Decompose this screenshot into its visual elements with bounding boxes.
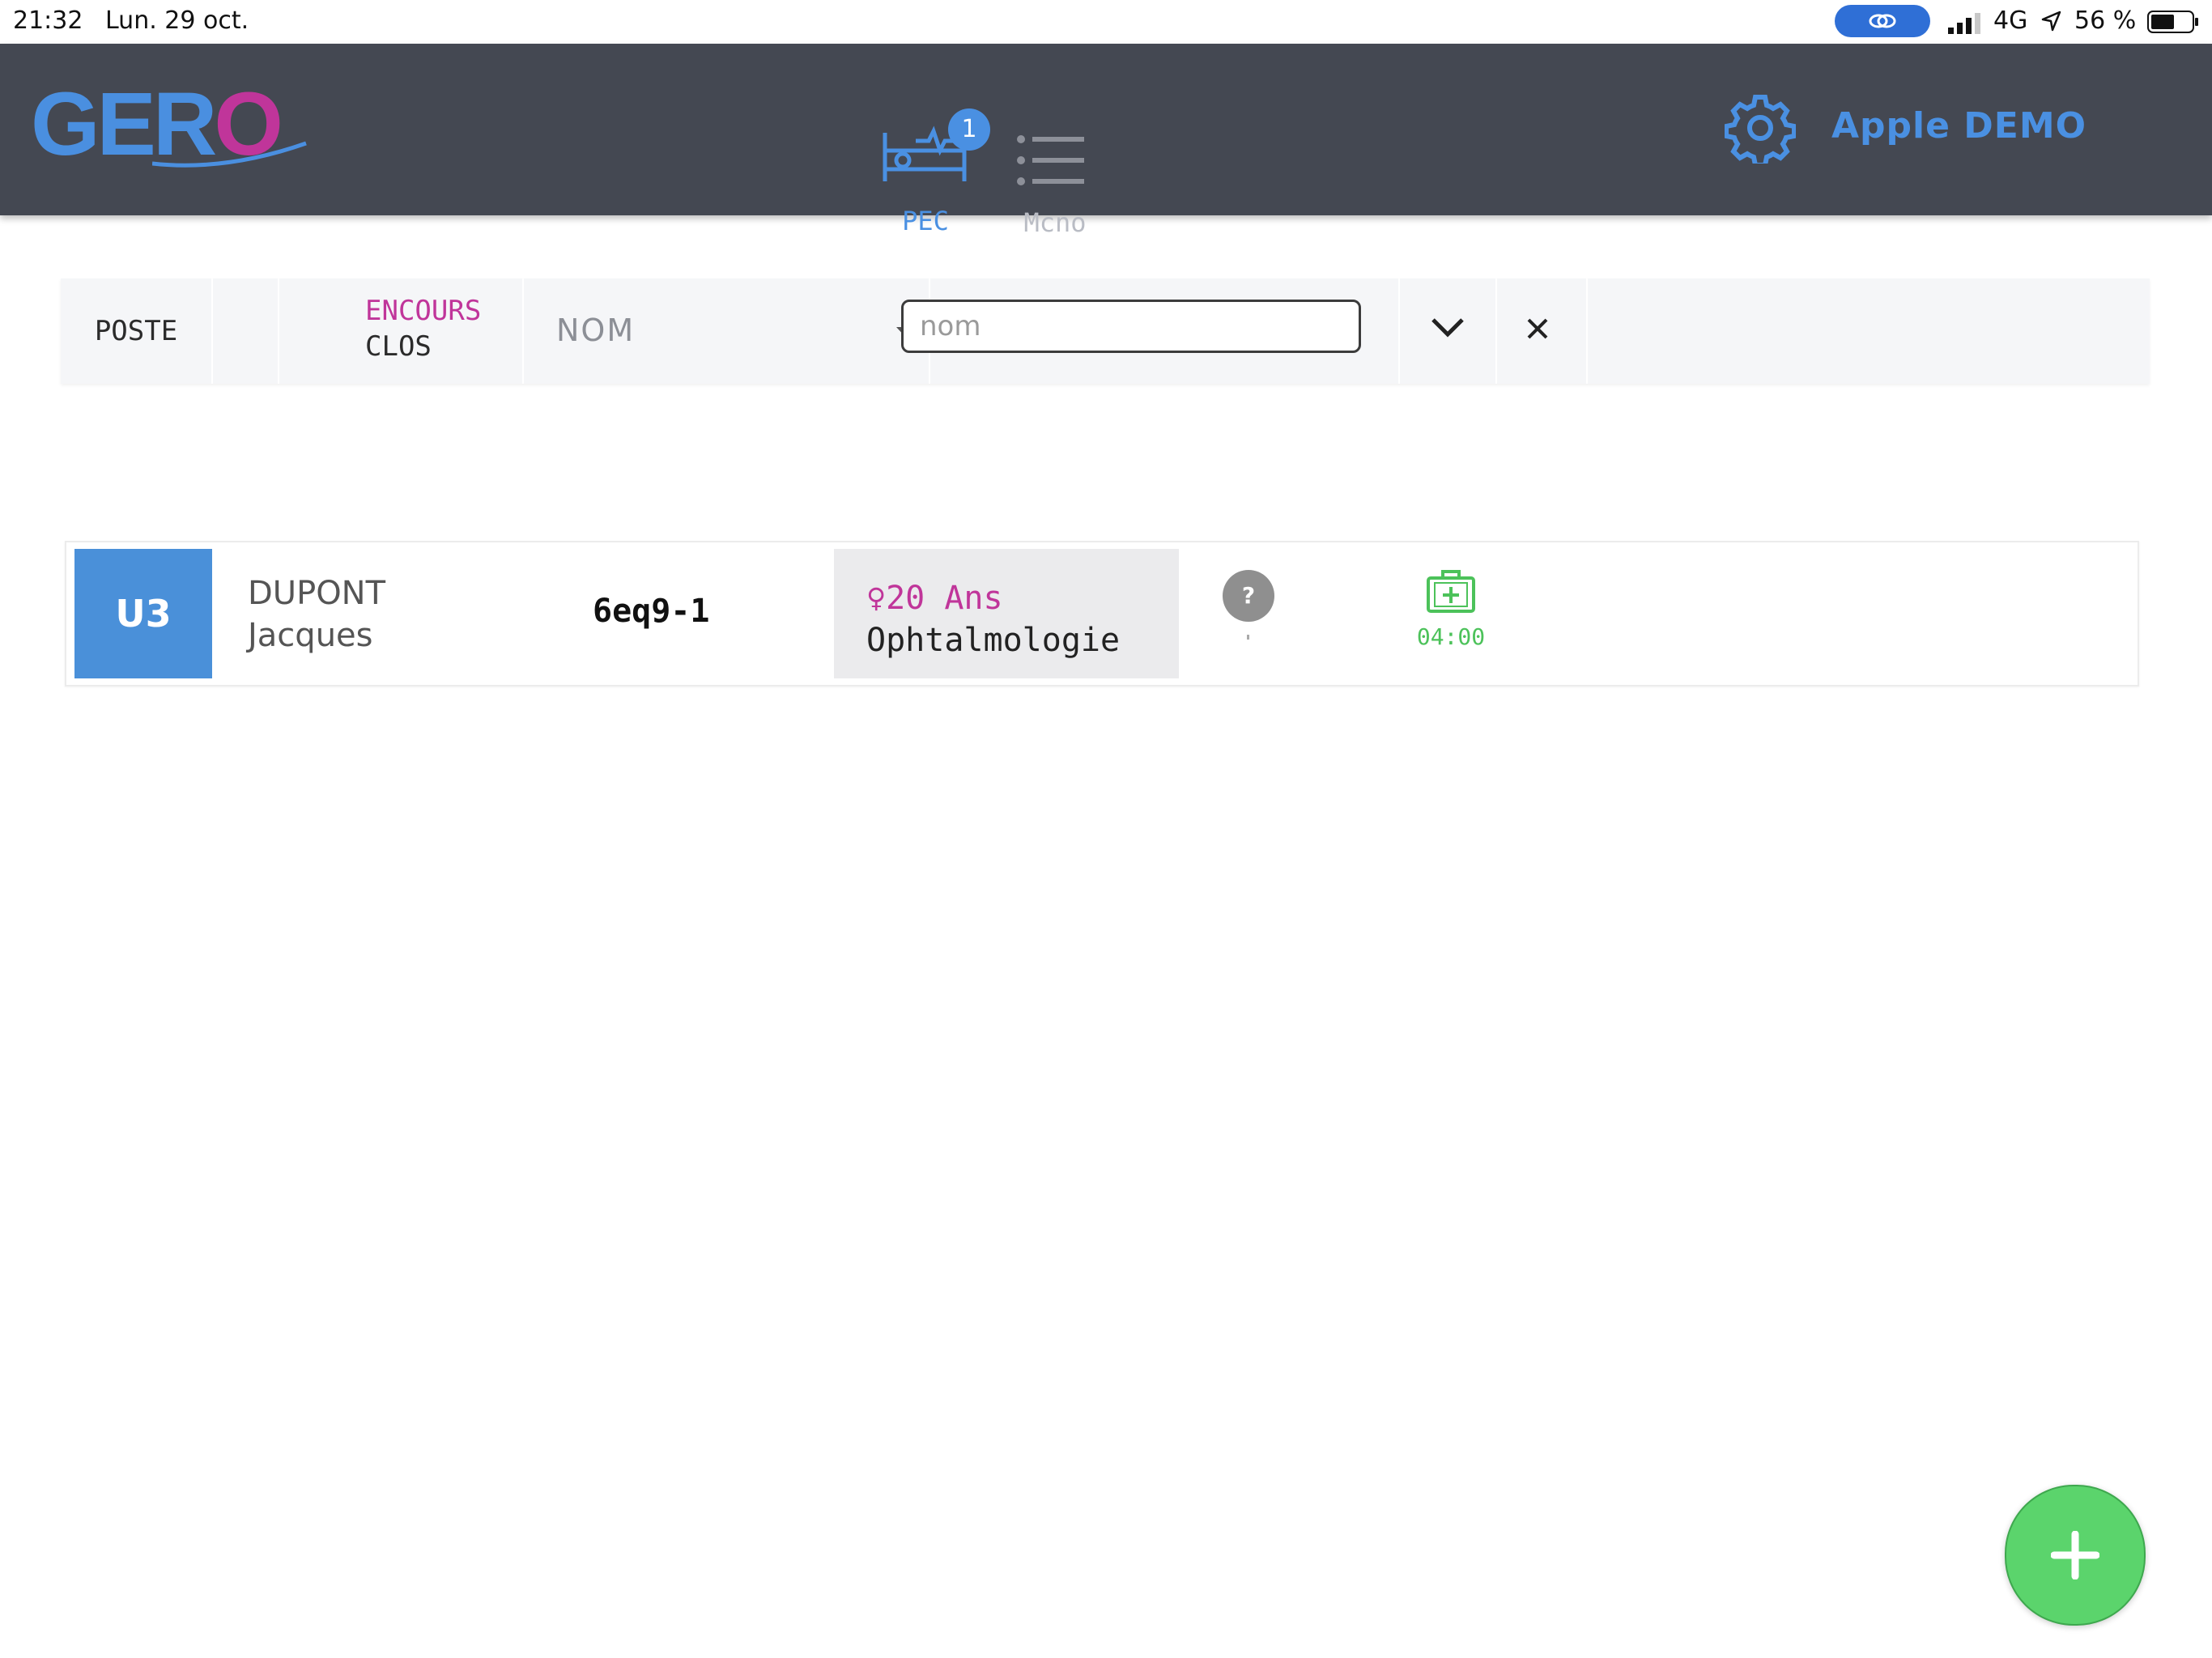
battery-percent: 56 % (2074, 6, 2137, 35)
sort-field-label: NOM (556, 312, 636, 348)
user-name[interactable]: Apple DEMO (1831, 105, 2087, 147)
filter-spacer (213, 278, 279, 384)
filter-bar: POSTE ENCOURS CLOS NOM (61, 278, 2150, 384)
status-dot (1247, 635, 1249, 640)
plus-icon (2051, 1531, 2099, 1579)
hotspot-icon (1835, 5, 1930, 37)
medkit-timer[interactable]: 04:00 (1394, 568, 1508, 665)
pec-badge: 1 (948, 108, 990, 151)
patient-id: 6eq9-1 (593, 593, 710, 630)
expand-filters-button[interactable] (1398, 278, 1497, 384)
unit-badge: U3 (74, 549, 212, 678)
status-date: Lun. 29 oct. (105, 6, 249, 35)
search-input[interactable] (901, 300, 1361, 353)
network-type: 4G (1993, 6, 2028, 35)
tab-mcno-label: Mcno (1023, 207, 1087, 238)
status-encours[interactable]: ENCOURS (365, 295, 481, 327)
patient-first-name: Jacques (248, 617, 373, 654)
medkit-icon (1427, 570, 1475, 613)
tab-pec-label: PEC (902, 206, 949, 236)
signal-icon (1948, 13, 1980, 34)
chevron-down-icon (1431, 318, 1464, 338)
status-time: 21:32 (13, 6, 83, 35)
status-filter[interactable]: ENCOURS CLOS (279, 278, 524, 384)
patient-age: ♀20 Ans (866, 580, 1003, 617)
logo-swoosh (152, 141, 307, 168)
clear-filters-button[interactable] (1495, 278, 1588, 384)
sort-field-select[interactable]: NOM (524, 278, 1361, 384)
top-navbar: GERO 1 PEC Mcno Apple DEMO (0, 44, 2212, 238)
gear-icon[interactable] (1725, 92, 1796, 164)
question-icon[interactable]: ? (1223, 570, 1274, 622)
gero-logo: GERO (31, 76, 307, 173)
patient-timer: 04:00 (1416, 623, 1486, 650)
add-patient-button[interactable] (2005, 1485, 2146, 1626)
poste-filter[interactable]: POSTE (61, 278, 213, 384)
location-icon (2041, 11, 2061, 32)
tab-pec[interactable]: 1 PEC (869, 84, 990, 236)
patient-info: ♀20 Ans Ophtalmologie (834, 549, 1179, 678)
patient-last-name: DUPONT (248, 575, 386, 612)
status-bar: 21:32 Lun. 29 oct. 4G 56 % (0, 0, 2212, 44)
status-clos[interactable]: CLOS (365, 330, 432, 363)
close-icon (1527, 318, 1548, 339)
tab-mcno[interactable]: Mcno (998, 84, 1112, 238)
patient-specialty: Ophtalmologie (866, 622, 1121, 659)
battery-icon (2147, 11, 2198, 33)
list-icon (1017, 135, 1084, 185)
patient-row[interactable]: U3 DUPONT Jacques 6eq9-1 ♀20 Ans Ophtalm… (65, 541, 2139, 687)
